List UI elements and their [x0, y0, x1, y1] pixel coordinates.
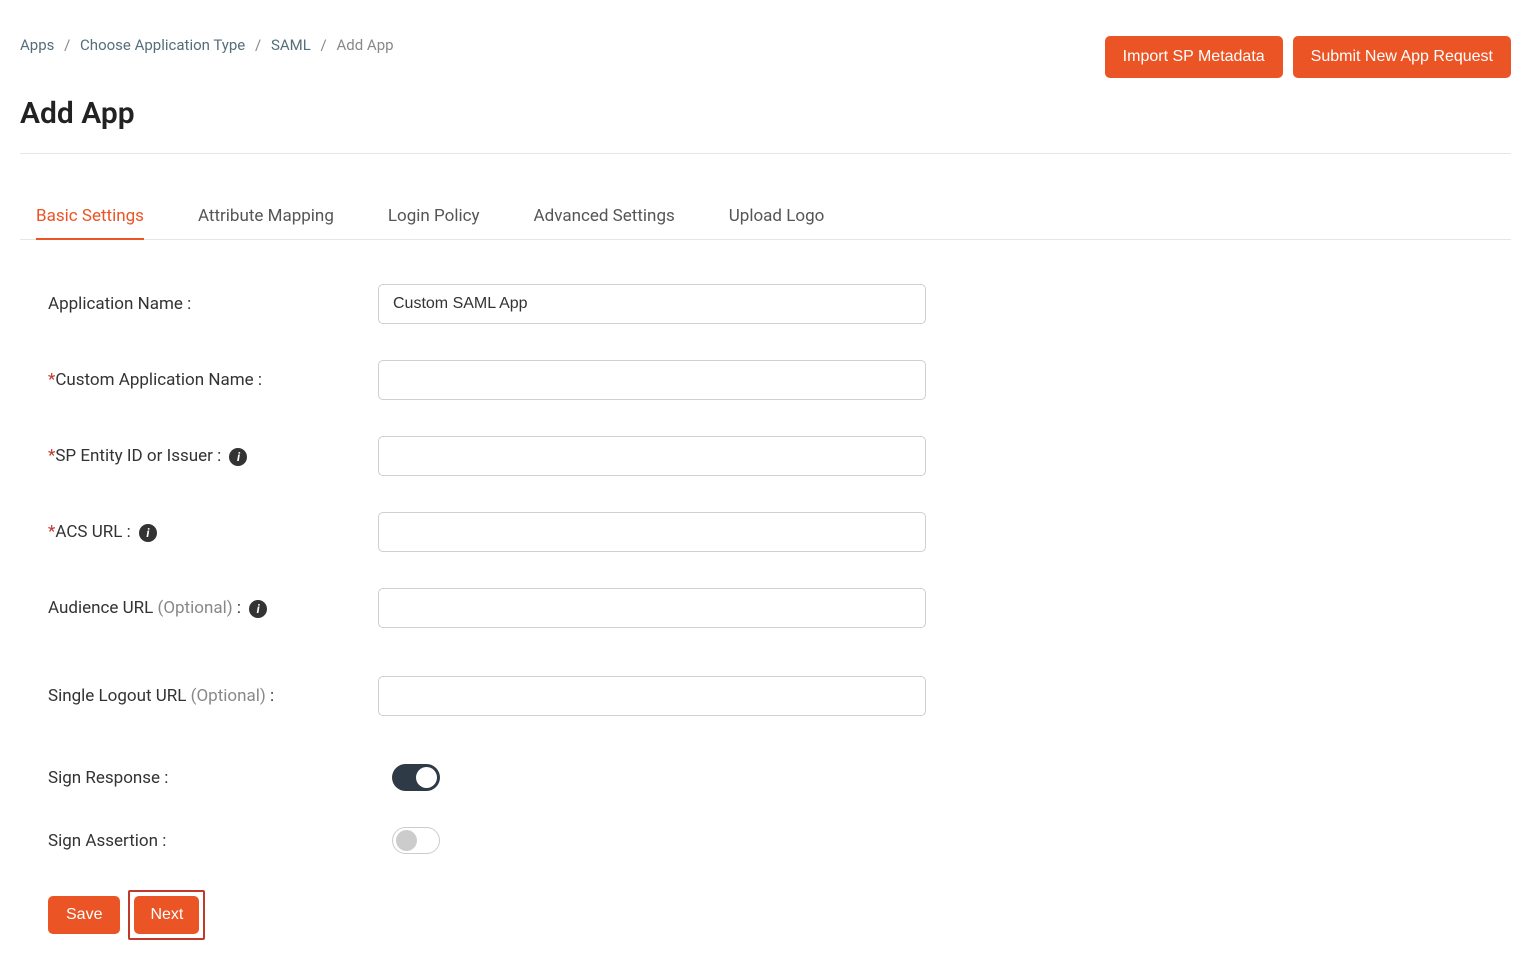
label-sign-response: Sign Response : [48, 768, 378, 788]
tab-basic-settings[interactable]: Basic Settings [36, 194, 144, 240]
input-custom-application-name[interactable] [378, 360, 926, 400]
input-sp-entity-id[interactable] [378, 436, 926, 476]
input-audience-url[interactable] [378, 588, 926, 628]
label-custom-application-name: *Custom Application Name : [48, 370, 378, 390]
tab-upload-logo[interactable]: Upload Logo [729, 194, 825, 239]
tab-login-policy[interactable]: Login Policy [388, 194, 480, 239]
save-button[interactable]: Save [48, 896, 120, 934]
label-sign-assertion: Sign Assertion : [48, 831, 378, 851]
input-single-logout-url[interactable] [378, 676, 926, 716]
highlight-next: Next [128, 890, 205, 940]
next-button[interactable]: Next [134, 896, 199, 934]
page-title: Add App [20, 96, 1511, 131]
toggle-sign-assertion[interactable] [392, 827, 440, 854]
info-icon[interactable]: i [249, 600, 267, 618]
tab-advanced-settings[interactable]: Advanced Settings [534, 194, 675, 239]
submit-new-app-request-button[interactable]: Submit New App Request [1293, 36, 1511, 78]
input-acs-url[interactable] [378, 512, 926, 552]
breadcrumb-choose-type[interactable]: Choose Application Type [80, 36, 245, 54]
tab-attribute-mapping[interactable]: Attribute Mapping [198, 194, 334, 239]
label-single-logout-url: Single Logout URL (Optional) : [48, 686, 378, 706]
label-audience-url: Audience URL (Optional) : i [48, 598, 378, 618]
input-application-name[interactable] [378, 284, 926, 324]
form-basic-settings: Application Name : *Custom Application N… [20, 284, 1511, 940]
label-acs-url: *ACS URL : i [48, 522, 378, 542]
info-icon[interactable]: i [229, 448, 247, 466]
toggle-sign-response[interactable] [392, 764, 440, 791]
divider [20, 153, 1511, 154]
breadcrumb-current: Add App [336, 36, 393, 54]
label-application-name: Application Name : [48, 294, 378, 314]
breadcrumb-apps[interactable]: Apps [20, 36, 54, 54]
breadcrumb-saml[interactable]: SAML [271, 36, 311, 54]
breadcrumb: Apps / Choose Application Type / SAML / … [20, 36, 394, 54]
tabs: Basic Settings Attribute Mapping Login P… [20, 194, 1511, 240]
import-sp-metadata-button[interactable]: Import SP Metadata [1105, 36, 1283, 78]
info-icon[interactable]: i [139, 524, 157, 542]
label-sp-entity-id: *SP Entity ID or Issuer : i [48, 446, 378, 466]
